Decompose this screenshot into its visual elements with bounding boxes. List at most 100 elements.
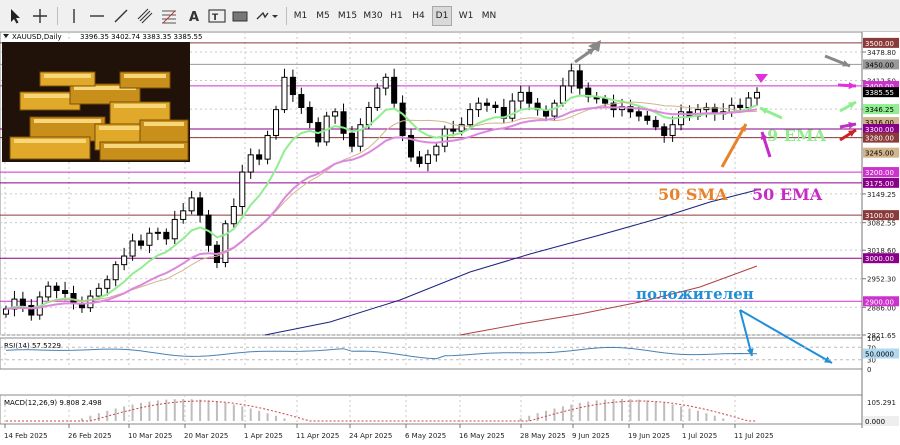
text-label-button[interactable]: T	[206, 5, 228, 27]
rectangle-button[interactable]	[229, 5, 251, 27]
cursor-icon	[11, 9, 20, 24]
candle-body	[652, 119, 659, 128]
candle-body	[188, 197, 195, 212]
candle-body	[399, 102, 406, 136]
rectangle-icon	[232, 11, 248, 22]
candle-body	[45, 285, 52, 298]
date-axis-label: 14 Feb 2025	[4, 432, 48, 440]
fibonacci-button[interactable]	[158, 5, 180, 27]
date-axis-label: 16 May 2025	[459, 432, 505, 440]
timeframe-h1-button[interactable]: H1	[387, 6, 406, 26]
date-axis-label: 1 Apr 2025	[244, 432, 283, 440]
price-axis-label: 3082.55	[867, 220, 896, 228]
candle-body	[256, 154, 263, 160]
candle-body	[483, 102, 491, 106]
gold-bar-shine	[24, 94, 76, 98]
timeframe-m15-button[interactable]: M15	[336, 6, 359, 26]
cursor-tool-button[interactable]	[4, 5, 26, 27]
candle-body	[230, 206, 237, 225]
candle-body	[365, 106, 372, 126]
candle-body	[264, 134, 271, 160]
candle-body	[526, 91, 533, 104]
candle-body	[222, 223, 229, 264]
macd-axis-label: 105.291	[867, 399, 896, 407]
candle-body	[753, 91, 761, 99]
candle-body	[441, 128, 448, 147]
candle-body	[197, 197, 204, 216]
date-axis-label: 11 Jul 2025	[734, 432, 774, 440]
date-axis-label: 26 Feb 2025	[68, 432, 112, 440]
candle-body	[112, 264, 119, 281]
channel-icon	[137, 8, 153, 24]
chart-ohlc: 3396.35 3402.74 3383.35 3385.55	[80, 33, 202, 41]
trendline-button[interactable]	[110, 5, 132, 27]
gold-bar-shine	[114, 104, 166, 108]
vertical-line-button[interactable]	[64, 5, 84, 27]
timeframe-w1-button[interactable]: W1	[456, 6, 476, 26]
level-price-label: 3450.00	[865, 61, 894, 69]
timeframe-d1-button[interactable]: D1	[432, 6, 452, 26]
timeframe-m5-button[interactable]: M5	[313, 6, 333, 26]
vertical-line-icon	[73, 9, 75, 23]
date-axis-label: 6 May 2025	[405, 432, 446, 440]
horizontal-line-icon	[90, 15, 104, 17]
candle-body	[576, 70, 583, 89]
candle-body	[137, 240, 145, 246]
gold-bar-shine	[104, 144, 184, 148]
gold-bar-shine	[14, 139, 86, 143]
svg-text:A: A	[189, 10, 199, 24]
level-price-label: 3245.00	[865, 150, 894, 158]
crosshair-tool-button[interactable]	[29, 5, 51, 27]
arrows-menu-button[interactable]	[253, 5, 281, 27]
candle-body	[433, 145, 440, 156]
candle-body	[517, 91, 524, 102]
timeframe-m30-button[interactable]: M30	[362, 6, 384, 26]
level-price-label: 3200.00	[865, 169, 894, 177]
candle-body	[104, 279, 111, 289]
date-axis-label: 24 Apr 2025	[349, 432, 392, 440]
horizontal-line-button[interactable]	[86, 5, 108, 27]
rsi-current-label: 50.0000	[865, 351, 894, 359]
timeframe-h4-button[interactable]: H4	[409, 6, 428, 26]
macd-label: MACD(12,26,9) 9.808 2.498	[4, 399, 102, 407]
candle-body	[53, 285, 60, 291]
candle-body	[340, 111, 347, 134]
level-price-label: 3000.00	[865, 255, 894, 263]
date-axis-label: 28 May 2025	[520, 432, 566, 440]
candle-body	[391, 76, 398, 104]
date-axis-label: 1 Jul 2025	[682, 432, 717, 440]
terminal-window: A T M1M5M15M30H1H4D1W1MN 3478.803412.503…	[0, 0, 900, 445]
crosshair-icon	[33, 9, 47, 23]
candle-body	[374, 87, 381, 108]
text-icon: A	[189, 10, 199, 24]
equidistant-channel-button[interactable]	[134, 5, 156, 27]
candle-body	[146, 232, 153, 246]
candle-body	[298, 94, 305, 108]
candle-body	[416, 156, 423, 164]
svg-text:T: T	[212, 13, 219, 23]
level-price-label: 3500.00	[865, 40, 894, 48]
price-chart[interactable]: 3478.803412.503346.253280.003149.253082.…	[0, 32, 900, 445]
ema9-label: 9 EMA	[767, 126, 827, 145]
macd-pane	[0, 394, 863, 425]
candle-body	[602, 98, 609, 104]
price-axis-label: 3149.25	[867, 191, 896, 199]
candle-body	[247, 154, 254, 173]
rsi-axis-label: 0	[867, 366, 871, 374]
price-axis-label: 3478.80	[867, 49, 896, 57]
gold-bar-shine	[44, 74, 91, 78]
candle-body	[289, 76, 296, 96]
rsi-label: RSI(14) 57.5229	[4, 342, 61, 350]
candle-body	[382, 76, 389, 89]
text-tool-button[interactable]: A	[183, 5, 205, 27]
date-axis-label: 11 Apr 2025	[296, 432, 339, 440]
candle-body	[171, 218, 178, 240]
candle-body	[568, 70, 575, 87]
timeframe-m1-button[interactable]: M1	[291, 6, 310, 26]
candle-body	[669, 124, 676, 136]
rsi-axis-label: 100	[867, 335, 880, 343]
timeframe-mn-button[interactable]: MN	[479, 6, 499, 26]
chart-symbol: XAUUSD,Daily	[12, 33, 62, 41]
candle-body	[745, 97, 752, 108]
candle-body	[281, 76, 288, 111]
